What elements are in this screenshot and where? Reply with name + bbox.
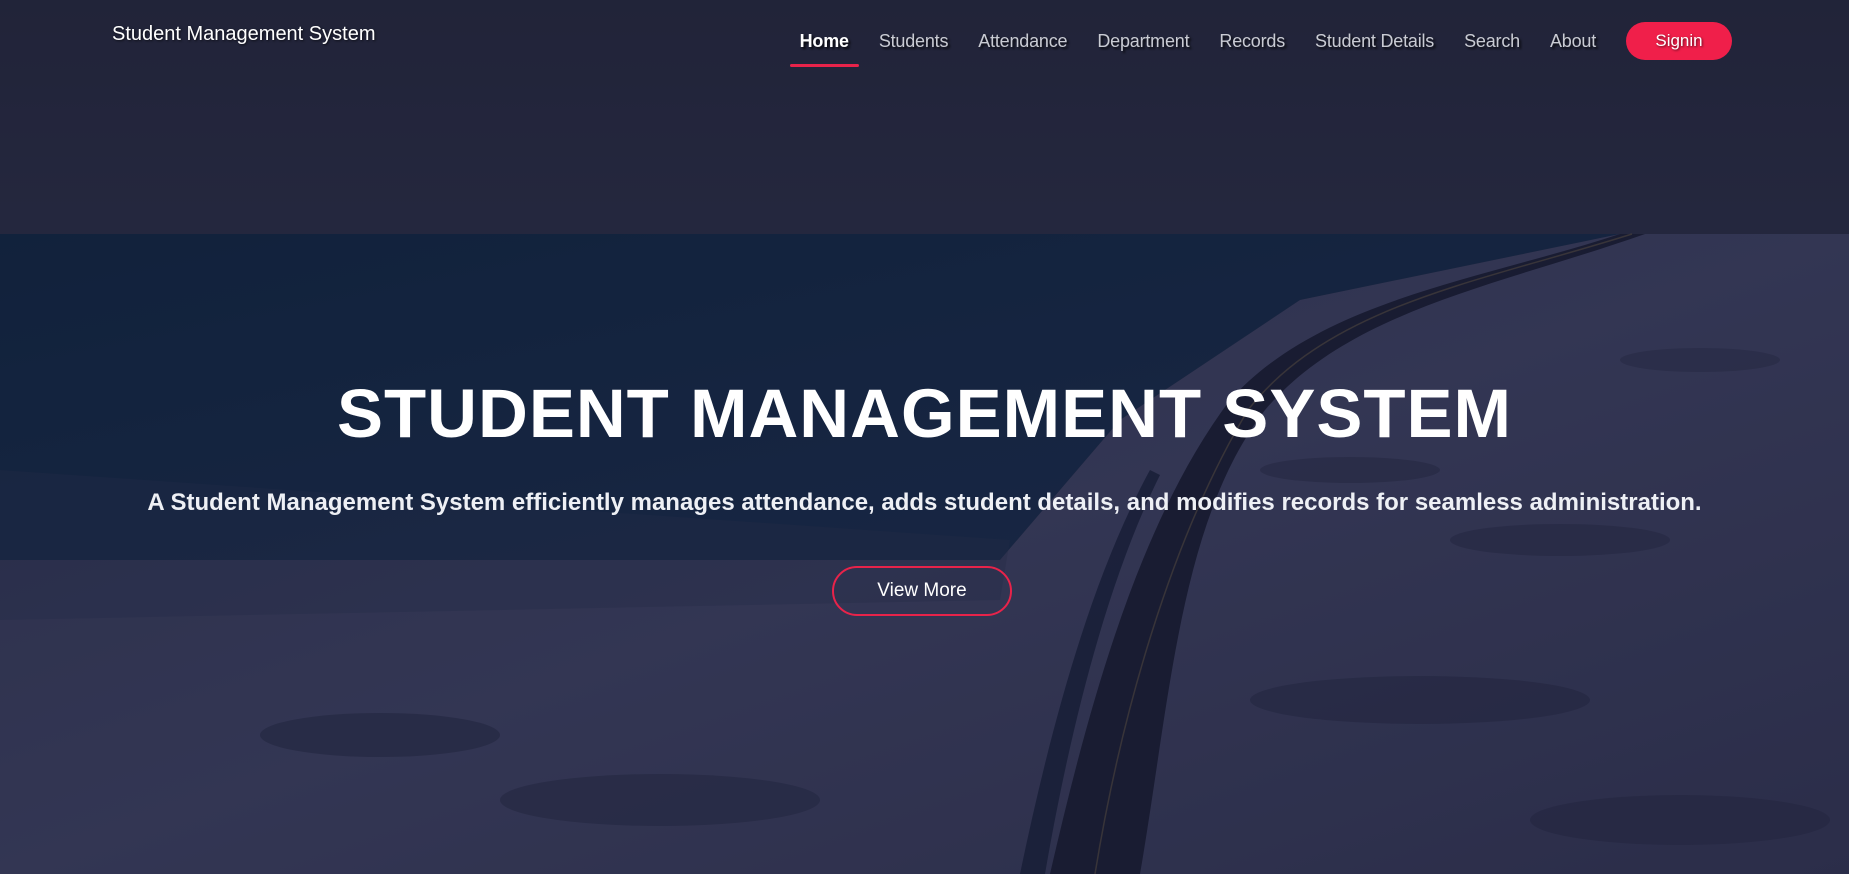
nav-item-records[interactable]: Records	[1219, 23, 1285, 60]
nav-item-student-details[interactable]: Student Details	[1315, 23, 1434, 60]
hero-description: A Student Management System efficiently …	[147, 489, 1702, 516]
hero-title: STUDENT MANAGEMENT SYSTEM	[336, 375, 1513, 452]
brand-title[interactable]: Student Management System	[112, 23, 375, 46]
main-nav: Home Students Attendance Department Reco…	[785, 22, 1732, 67]
nav-item-search[interactable]: Search	[1464, 23, 1520, 60]
hero-section: Student Management System Home Students …	[0, 0, 1849, 874]
nav-item-about[interactable]: About	[1550, 23, 1596, 60]
nav-item-students[interactable]: Students	[879, 23, 949, 60]
nav-item-department[interactable]: Department	[1097, 23, 1189, 60]
nav-item-home[interactable]: Home	[789, 23, 860, 67]
nav-item-attendance[interactable]: Attendance	[978, 23, 1067, 60]
view-more-button[interactable]: View More	[832, 566, 1012, 616]
signin-button[interactable]: Signin	[1626, 22, 1732, 60]
